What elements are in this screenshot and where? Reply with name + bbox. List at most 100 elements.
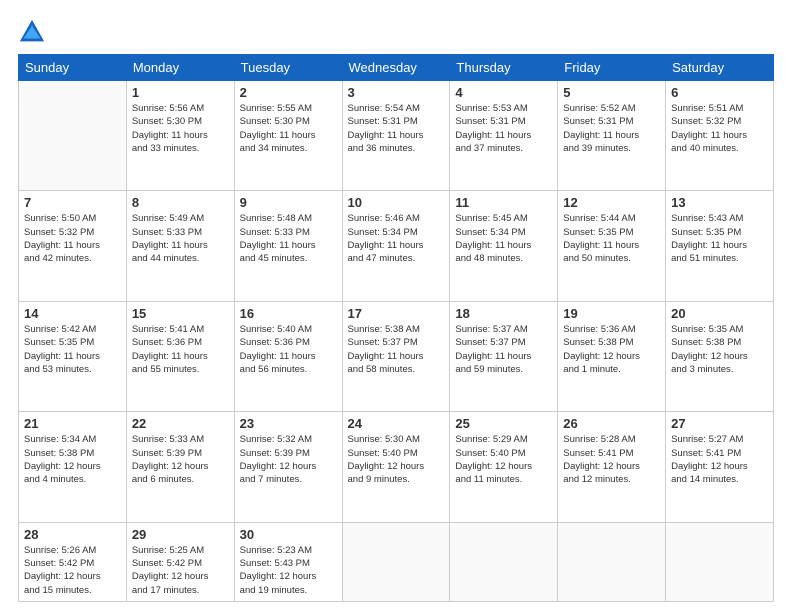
day-number: 21: [24, 416, 121, 431]
calendar-day-cell: 25 Sunrise: 5:29 AMSunset: 5:40 PMDayligh…: [450, 412, 558, 522]
day-info: Sunrise: 5:35 AMSunset: 5:38 PMDaylight:…: [671, 323, 768, 376]
calendar-week-row: 7 Sunrise: 5:50 AMSunset: 5:32 PMDaylight…: [19, 191, 774, 301]
day-of-week-header: Saturday: [666, 55, 774, 81]
calendar-day-cell: 9Sunrise: 5:48 AMSunset: 5:33 PMDaylight…: [234, 191, 342, 301]
day-number: 2: [240, 85, 337, 100]
page: SundayMondayTuesdayWednesdayThursdayFrid…: [0, 0, 792, 612]
day-of-week-header: Wednesday: [342, 55, 450, 81]
logo-icon: [18, 18, 46, 46]
day-info: Sunrise: 5:40 AMSunset: 5:36 PMDaylight:…: [240, 323, 337, 376]
day-info: Sunrise: 5:46 AMSunset: 5:34 PMDaylight:…: [348, 212, 445, 265]
day-number: 17: [348, 306, 445, 321]
calendar-day-cell: 27 Sunrise: 5:27 AMSunset: 5:41 PMDayligh…: [666, 412, 774, 522]
day-number: 7: [24, 195, 121, 210]
day-number: 6: [671, 85, 768, 100]
day-number: 25: [455, 416, 552, 431]
day-info: Sunrise: 5:29 AMSunset: 5:40 PMDaylight:…: [455, 433, 552, 486]
calendar-table: SundayMondayTuesdayWednesdayThursdayFrid…: [18, 54, 774, 602]
calendar-day-cell: 19 Sunrise: 5:36 AMSunset: 5:38 PMDayligh…: [558, 301, 666, 411]
calendar-day-cell: 8 Sunrise: 5:49 AMSunset: 5:33 PMDaylight…: [126, 191, 234, 301]
calendar-day-cell: 29 Sunrise: 5:25 AMSunset: 5:42 PMDayligh…: [126, 522, 234, 601]
day-info: Sunrise: 5:42 AMSunset: 5:35 PMDaylight:…: [24, 323, 121, 376]
day-number: 18: [455, 306, 552, 321]
calendar-day-cell: [450, 522, 558, 601]
day-info: Sunrise: 5:49 AMSunset: 5:33 PMDaylight:…: [132, 212, 229, 265]
calendar-week-row: 28Sunrise: 5:26 AMSunset: 5:42 PMDayligh…: [19, 522, 774, 601]
calendar-week-row: 1 Sunrise: 5:56 AMSunset: 5:30 PMDaylight…: [19, 81, 774, 191]
header: [18, 18, 774, 46]
day-number: 5: [563, 85, 660, 100]
day-number: 11: [455, 195, 552, 210]
day-info: Sunrise: 5:56 AMSunset: 5:30 PMDaylight:…: [132, 102, 229, 155]
calendar-day-cell: 1 Sunrise: 5:56 AMSunset: 5:30 PMDaylight…: [126, 81, 234, 191]
calendar-day-cell: 16 Sunrise: 5:40 AMSunset: 5:36 PMDayligh…: [234, 301, 342, 411]
calendar-day-cell: 5 Sunrise: 5:52 AMSunset: 5:31 PMDaylight…: [558, 81, 666, 191]
day-info: Sunrise: 5:41 AMSunset: 5:36 PMDaylight:…: [132, 323, 229, 376]
day-number: 9: [240, 195, 337, 210]
calendar-day-cell: 15Sunrise: 5:41 AMSunset: 5:36 PMDayligh…: [126, 301, 234, 411]
calendar-week-row: 21 Sunrise: 5:34 AMSunset: 5:38 PMDayligh…: [19, 412, 774, 522]
day-of-week-header: Monday: [126, 55, 234, 81]
day-number: 26: [563, 416, 660, 431]
day-number: 14: [24, 306, 121, 321]
day-info: Sunrise: 5:51 AMSunset: 5:32 PMDaylight:…: [671, 102, 768, 155]
day-info: Sunrise: 5:36 AMSunset: 5:38 PMDaylight:…: [563, 323, 660, 376]
day-number: 24: [348, 416, 445, 431]
day-of-week-header: Friday: [558, 55, 666, 81]
day-info: Sunrise: 5:27 AMSunset: 5:41 PMDaylight:…: [671, 433, 768, 486]
day-of-week-header: Thursday: [450, 55, 558, 81]
day-info: Sunrise: 5:33 AMSunset: 5:39 PMDaylight:…: [132, 433, 229, 486]
calendar-day-cell: 28Sunrise: 5:26 AMSunset: 5:42 PMDayligh…: [19, 522, 127, 601]
day-number: 12: [563, 195, 660, 210]
calendar-week-row: 14 Sunrise: 5:42 AMSunset: 5:35 PMDayligh…: [19, 301, 774, 411]
calendar-day-cell: 17 Sunrise: 5:38 AMSunset: 5:37 PMDayligh…: [342, 301, 450, 411]
day-number: 29: [132, 527, 229, 542]
calendar-day-cell: 12 Sunrise: 5:44 AMSunset: 5:35 PMDayligh…: [558, 191, 666, 301]
day-info: Sunrise: 5:50 AMSunset: 5:32 PMDaylight:…: [24, 212, 121, 265]
day-info: Sunrise: 5:52 AMSunset: 5:31 PMDaylight:…: [563, 102, 660, 155]
calendar-day-cell: 4 Sunrise: 5:53 AMSunset: 5:31 PMDaylight…: [450, 81, 558, 191]
day-number: 16: [240, 306, 337, 321]
day-info: Sunrise: 5:32 AMSunset: 5:39 PMDaylight:…: [240, 433, 337, 486]
day-info: Sunrise: 5:38 AMSunset: 5:37 PMDaylight:…: [348, 323, 445, 376]
day-info: Sunrise: 5:34 AMSunset: 5:38 PMDaylight:…: [24, 433, 121, 486]
calendar-day-cell: [558, 522, 666, 601]
day-info: Sunrise: 5:53 AMSunset: 5:31 PMDaylight:…: [455, 102, 552, 155]
day-number: 13: [671, 195, 768, 210]
day-info: Sunrise: 5:55 AMSunset: 5:30 PMDaylight:…: [240, 102, 337, 155]
day-number: 30: [240, 527, 337, 542]
calendar-day-cell: 21 Sunrise: 5:34 AMSunset: 5:38 PMDayligh…: [19, 412, 127, 522]
day-info: Sunrise: 5:44 AMSunset: 5:35 PMDaylight:…: [563, 212, 660, 265]
day-info: Sunrise: 5:25 AMSunset: 5:42 PMDaylight:…: [132, 544, 229, 597]
day-of-week-header: Sunday: [19, 55, 127, 81]
calendar-day-cell: 24Sunrise: 5:30 AMSunset: 5:40 PMDayligh…: [342, 412, 450, 522]
calendar-day-cell: 26 Sunrise: 5:28 AMSunset: 5:41 PMDayligh…: [558, 412, 666, 522]
day-info: Sunrise: 5:28 AMSunset: 5:41 PMDaylight:…: [563, 433, 660, 486]
calendar-day-cell: 20Sunrise: 5:35 AMSunset: 5:38 PMDayligh…: [666, 301, 774, 411]
calendar-day-cell: 10Sunrise: 5:46 AMSunset: 5:34 PMDayligh…: [342, 191, 450, 301]
logo: [18, 18, 50, 46]
day-of-week-header: Tuesday: [234, 55, 342, 81]
day-number: 27: [671, 416, 768, 431]
calendar-day-cell: [342, 522, 450, 601]
calendar-day-cell: 11 Sunrise: 5:45 AMSunset: 5:34 PMDayligh…: [450, 191, 558, 301]
calendar-day-cell: 30Sunrise: 5:23 AMSunset: 5:43 PMDayligh…: [234, 522, 342, 601]
calendar-header-row: SundayMondayTuesdayWednesdayThursdayFrid…: [19, 55, 774, 81]
day-info: Sunrise: 5:37 AMSunset: 5:37 PMDaylight:…: [455, 323, 552, 376]
calendar-day-cell: 14 Sunrise: 5:42 AMSunset: 5:35 PMDayligh…: [19, 301, 127, 411]
calendar-day-cell: 23 Sunrise: 5:32 AMSunset: 5:39 PMDayligh…: [234, 412, 342, 522]
calendar-day-cell: [19, 81, 127, 191]
day-info: Sunrise: 5:43 AMSunset: 5:35 PMDaylight:…: [671, 212, 768, 265]
calendar-day-cell: 7 Sunrise: 5:50 AMSunset: 5:32 PMDaylight…: [19, 191, 127, 301]
day-info: Sunrise: 5:45 AMSunset: 5:34 PMDaylight:…: [455, 212, 552, 265]
day-number: 19: [563, 306, 660, 321]
day-number: 23: [240, 416, 337, 431]
day-number: 28: [24, 527, 121, 542]
calendar-day-cell: 18 Sunrise: 5:37 AMSunset: 5:37 PMDayligh…: [450, 301, 558, 411]
calendar-day-cell: 3Sunrise: 5:54 AMSunset: 5:31 PMDaylight…: [342, 81, 450, 191]
day-number: 1: [132, 85, 229, 100]
day-number: 8: [132, 195, 229, 210]
day-number: 4: [455, 85, 552, 100]
calendar-day-cell: 13 Sunrise: 5:43 AMSunset: 5:35 PMDayligh…: [666, 191, 774, 301]
calendar-day-cell: 22Sunrise: 5:33 AMSunset: 5:39 PMDayligh…: [126, 412, 234, 522]
